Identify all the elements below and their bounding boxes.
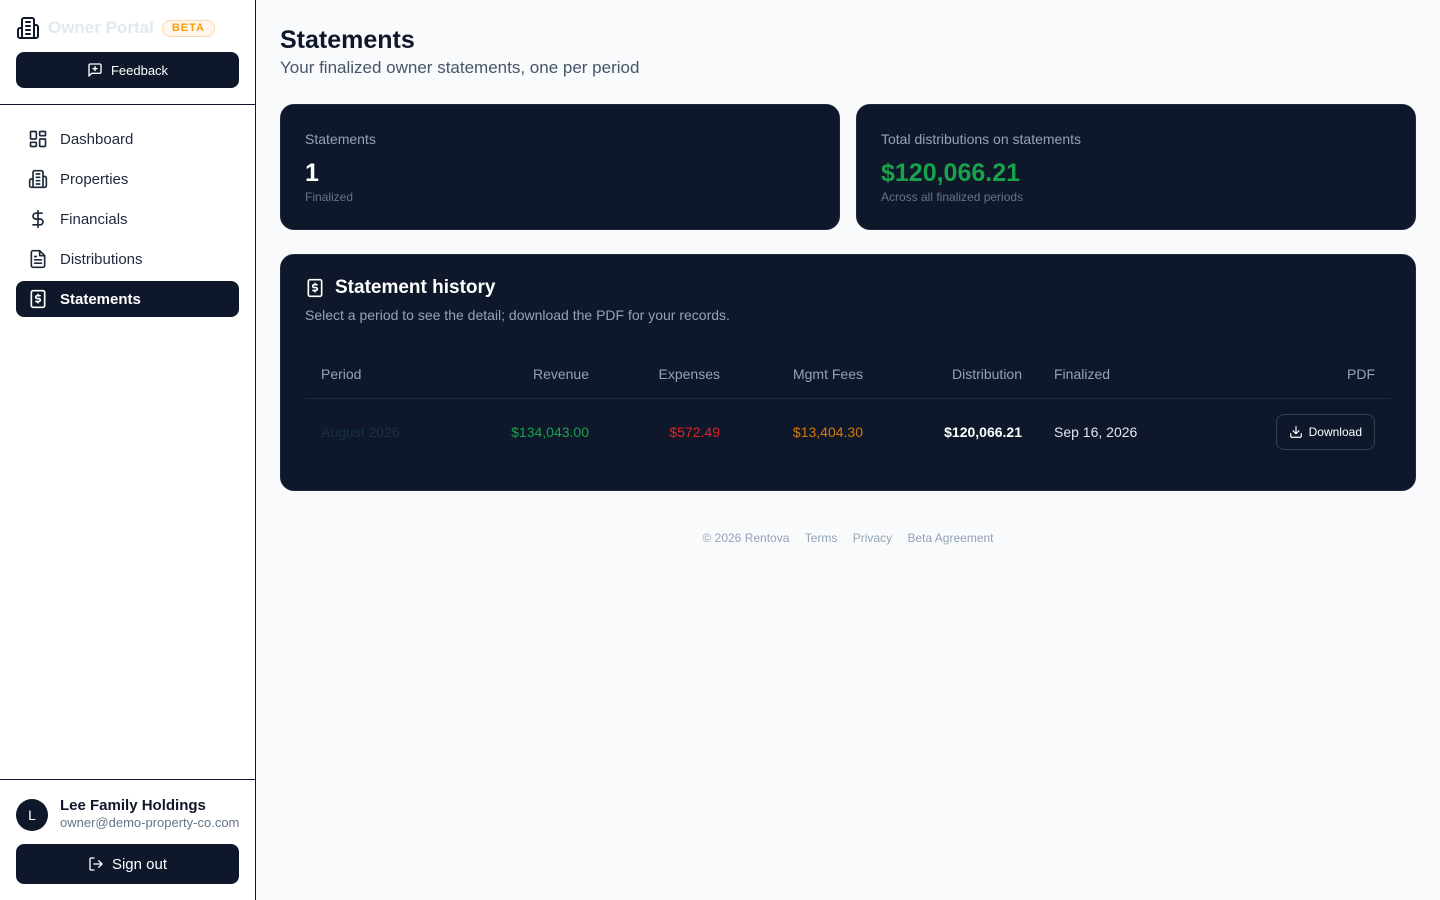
sidebar-item-label: Dashboard bbox=[60, 130, 134, 148]
building-logo-icon bbox=[17, 17, 39, 39]
statement-table: Period Revenue Expenses Mgmt Fees Distri… bbox=[305, 351, 1391, 466]
sidebar-item-dashboard[interactable]: Dashboard bbox=[16, 121, 239, 157]
sidebar-item-label: Distributions bbox=[60, 250, 143, 268]
brand[interactable]: Owner Portal BETA bbox=[16, 16, 215, 40]
distribution-cell: $120,066.21 bbox=[944, 424, 1022, 441]
sidebar-item-distributions[interactable]: Distributions bbox=[16, 241, 239, 277]
feedback-button[interactable]: Feedback bbox=[16, 52, 239, 88]
sidebar: Owner Portal BETA Feedback Dashboard Pro… bbox=[0, 0, 256, 900]
sidebar-item-properties[interactable]: Properties bbox=[16, 161, 239, 197]
section-title: Statement history bbox=[305, 277, 495, 299]
revenue-cell: $134,043.00 bbox=[511, 424, 589, 441]
stat-label: Statements bbox=[305, 131, 376, 147]
message-plus-icon bbox=[88, 63, 102, 77]
user-email: owner@demo-property-co.com bbox=[60, 815, 240, 830]
terms-link[interactable]: Terms bbox=[805, 531, 838, 545]
user-profile: L Lee Family Holdings owner@demo-propert… bbox=[16, 798, 240, 832]
stat-label: Total distributions on statements bbox=[881, 131, 1081, 147]
download-icon bbox=[1289, 426, 1302, 439]
download-label: Download bbox=[1308, 425, 1362, 440]
column-header: Mgmt Fees bbox=[736, 351, 879, 399]
page-title: Statements bbox=[280, 26, 415, 54]
avatar: L bbox=[16, 799, 48, 831]
period-cell[interactable]: August 2026 bbox=[305, 398, 455, 466]
sidebar-nav: Dashboard Properties Financials Distribu… bbox=[16, 121, 239, 321]
pdf-cell: Download bbox=[1198, 398, 1391, 466]
privacy-link[interactable]: Privacy bbox=[853, 531, 892, 545]
column-header: Distribution bbox=[879, 351, 1038, 399]
brand-title: Owner Portal bbox=[48, 18, 154, 37]
sign-out-button[interactable]: Sign out bbox=[16, 844, 239, 884]
sign-out-label: Sign out bbox=[111, 855, 168, 873]
statement-icon bbox=[307, 278, 323, 298]
sidebar-item-label: Statements bbox=[60, 290, 141, 308]
dollar-icon bbox=[28, 209, 48, 229]
total-distributions-card: Total distributions on statements $120,0… bbox=[856, 104, 1416, 230]
statement-history-card: Statement history Select a period to see… bbox=[280, 254, 1416, 491]
logout-icon bbox=[89, 857, 103, 871]
expenses-cell: $572.49 bbox=[669, 424, 720, 441]
statements-count-card: Statements 1 Finalized bbox=[280, 104, 840, 230]
sidebar-item-label: Financials bbox=[60, 210, 128, 228]
column-header: Period bbox=[305, 351, 455, 399]
footer: © 2026 Rentova Terms Privacy Beta Agreem… bbox=[256, 531, 1440, 545]
column-header: Expenses bbox=[605, 351, 736, 399]
stat-value: $120,066.21 bbox=[881, 159, 1021, 187]
stat-value: 1 bbox=[305, 159, 319, 187]
stat-subtext: Finalized bbox=[305, 190, 354, 204]
dashboard-icon bbox=[28, 129, 48, 149]
statement-icon bbox=[28, 289, 48, 309]
stat-subtext: Across all finalized periods bbox=[881, 190, 1024, 204]
table-row[interactable]: August 2026 $134,043.00 $572.49 $13,404.… bbox=[305, 398, 1391, 466]
column-header: Revenue bbox=[455, 351, 605, 399]
sidebar-item-label: Properties bbox=[60, 170, 129, 188]
page-subtitle: Your finalized owner statements, one per… bbox=[280, 58, 640, 77]
building-icon bbox=[28, 169, 48, 189]
table-header-row: Period Revenue Expenses Mgmt Fees Distri… bbox=[305, 351, 1391, 399]
user-name: Lee Family Holdings bbox=[60, 797, 206, 814]
section-subtitle: Select a period to see the detail; downl… bbox=[305, 307, 730, 323]
sidebar-divider bbox=[0, 104, 255, 105]
column-header: PDF bbox=[1198, 351, 1391, 399]
beta-agreement-link[interactable]: Beta Agreement bbox=[907, 531, 993, 545]
sidebar-item-statements[interactable]: Statements bbox=[16, 281, 239, 317]
sidebar-item-financials[interactable]: Financials bbox=[16, 201, 239, 237]
mgmt-fees-cell: $13,404.30 bbox=[792, 424, 863, 441]
sidebar-divider bbox=[0, 779, 255, 780]
download-pdf-button[interactable]: Download bbox=[1275, 414, 1375, 451]
column-header: Finalized bbox=[1038, 351, 1198, 399]
section-title-text: Statement history bbox=[335, 277, 496, 298]
beta-badge: BETA bbox=[161, 19, 215, 37]
document-icon bbox=[28, 249, 48, 269]
feedback-label: Feedback bbox=[110, 62, 169, 78]
finalized-cell: Sep 16, 2026 bbox=[1054, 424, 1138, 441]
copyright-text: © 2026 Rentova bbox=[702, 531, 790, 545]
